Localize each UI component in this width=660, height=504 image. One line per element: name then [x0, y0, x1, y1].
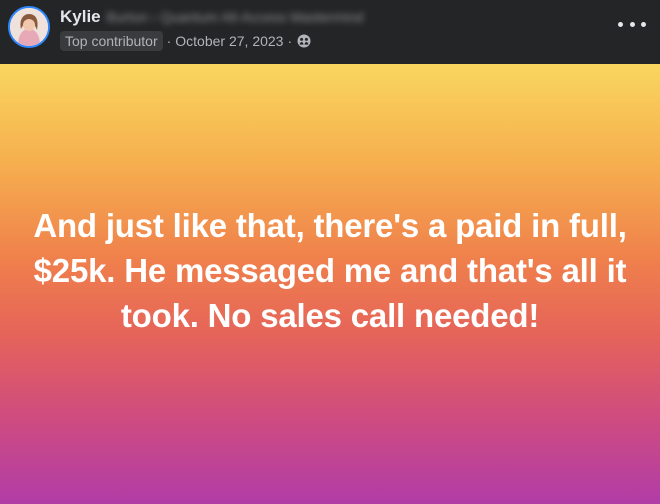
post-card: Kylie Burton › Quantum All-Access Master… — [0, 0, 660, 504]
post-header: Kylie Burton › Quantum All-Access Master… — [0, 0, 660, 64]
post-text: And just like that, there's a paid in fu… — [33, 206, 627, 334]
avatar-photo-icon — [10, 8, 48, 46]
author-row: Kylie Burton › Quantum All-Access Master… — [60, 6, 363, 28]
author-name[interactable]: Kylie — [60, 7, 101, 27]
more-options-dot — [641, 21, 646, 27]
more-options-button[interactable] — [618, 14, 646, 34]
author-group-name-blurred: Burton › Quantum All-Access Mastermind — [106, 9, 364, 25]
meta-separator-2: · — [287, 33, 293, 49]
author-avatar[interactable] — [8, 6, 50, 48]
more-options-dot — [618, 21, 623, 27]
meta-separator: · — [166, 33, 172, 49]
top-contributor-badge[interactable]: Top contributor — [60, 31, 163, 51]
more-options-dot — [629, 21, 635, 27]
post-meta: Top contributor · October 27, 2023 · — [60, 30, 311, 52]
group-members-icon[interactable] — [297, 34, 311, 48]
post-background-card: And just like that, there's a paid in fu… — [0, 64, 660, 504]
post-date[interactable]: October 27, 2023 — [175, 33, 283, 49]
